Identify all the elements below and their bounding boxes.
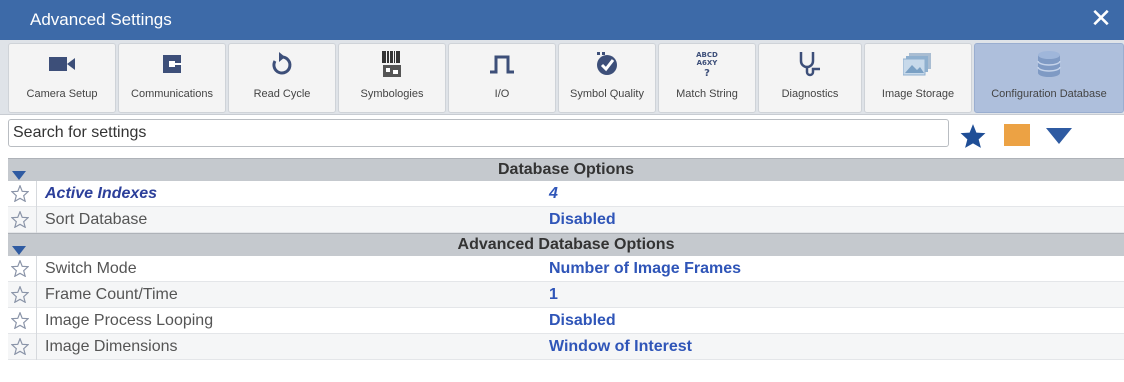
setting-value[interactable]: Disabled — [549, 312, 616, 330]
row-divider — [36, 334, 37, 360]
toolbar-button-configuration-database[interactable]: Configuration Database — [974, 43, 1124, 113]
toolbar-button-communications[interactable]: Communications — [118, 43, 226, 113]
barcode-icon — [339, 44, 445, 84]
toolbar-label: Read Cycle — [253, 88, 311, 100]
close-icon[interactable]: ✕ — [1088, 6, 1114, 32]
row-divider — [36, 308, 37, 334]
setting-name: Image Dimensions — [45, 338, 178, 355]
row-divider — [36, 207, 37, 233]
favorites-star-icon[interactable] — [959, 123, 987, 154]
setting-name: Frame Count/Time — [45, 286, 178, 303]
star-outline-icon[interactable] — [10, 259, 30, 282]
star-outline-icon[interactable] — [10, 311, 30, 334]
setting-row[interactable]: Image Dimensions Window of Interest — [8, 334, 1124, 360]
toolbar-button-match-string[interactable]: ABCD A6XY? Match String — [658, 43, 756, 113]
svg-text:A6XY: A6XY — [697, 59, 719, 67]
pulse-icon — [449, 44, 555, 84]
refresh-icon — [229, 44, 335, 84]
setting-row[interactable]: Sort Database Disabled — [8, 207, 1124, 233]
svg-text:ABCD: ABCD — [696, 51, 718, 59]
toolbar-label: I/O — [494, 88, 510, 100]
setting-row[interactable]: Frame Count/Time 1 — [8, 282, 1124, 308]
section-header[interactable]: Database Options — [8, 158, 1124, 181]
row-divider — [36, 256, 37, 282]
image-storage-icon — [865, 44, 971, 84]
section-rows: Active Indexes 4 Sort Database Disabled — [8, 181, 1124, 233]
settings-toolbar: Camera Setup Communications Read Cycle S… — [0, 40, 1124, 115]
communications-icon — [119, 44, 225, 84]
toolbar-label: Diagnostics — [781, 88, 839, 100]
toolbar-label: Symbologies — [360, 88, 424, 100]
toolbar-button-read-cycle[interactable]: Read Cycle — [228, 43, 336, 113]
section-rows: Switch Mode Number of Image Frames Frame… — [8, 256, 1124, 360]
star-outline-icon[interactable] — [10, 337, 30, 360]
database-icon — [975, 44, 1123, 84]
setting-row[interactable]: Active Indexes 4 — [8, 181, 1124, 207]
symbol-quality-icon — [559, 44, 655, 84]
stethoscope-icon — [759, 44, 861, 84]
toolbar-label: Communications — [131, 88, 213, 100]
orange-square-icon[interactable] — [1004, 124, 1030, 146]
setting-value[interactable]: Disabled — [549, 211, 616, 229]
title-bar: Advanced Settings ✕ — [0, 0, 1124, 40]
section-header[interactable]: Advanced Database Options — [8, 233, 1124, 256]
star-outline-icon[interactable] — [10, 184, 30, 207]
window-title: Advanced Settings — [30, 10, 172, 29]
setting-name: Sort Database — [45, 211, 148, 228]
settings-table: Database Options Active Indexes 4 Sort D… — [8, 158, 1124, 360]
setting-row[interactable]: Image Process Looping Disabled — [8, 308, 1124, 334]
toolbar-button-camera-setup[interactable]: Camera Setup — [8, 43, 116, 113]
toolbar-label: Camera Setup — [26, 88, 98, 100]
star-outline-icon[interactable] — [10, 285, 30, 308]
setting-value[interactable]: Number of Image Frames — [549, 260, 741, 278]
svg-text:?: ? — [704, 68, 710, 79]
toolbar-label: Match String — [676, 88, 738, 100]
setting-value[interactable]: 1 — [549, 286, 558, 304]
setting-name: Image Process Looping — [45, 312, 214, 329]
setting-name: Active Indexes — [45, 185, 158, 202]
match-string-icon: ABCD A6XY? — [659, 44, 755, 84]
section-title: Advanced Database Options — [457, 236, 675, 253]
setting-value[interactable]: 4 — [549, 185, 558, 203]
toolbar-button-io[interactable]: I/O — [448, 43, 556, 113]
star-outline-icon[interactable] — [10, 210, 30, 233]
toolbar-button-diagnostics[interactable]: Diagnostics — [758, 43, 862, 113]
toolbar-button-image-storage[interactable]: Image Storage — [864, 43, 972, 113]
toolbar-label: Image Storage — [881, 88, 955, 100]
setting-row[interactable]: Switch Mode Number of Image Frames — [8, 256, 1124, 282]
toolbar-label: Symbol Quality — [570, 88, 644, 100]
toolbar-button-symbologies[interactable]: Symbologies — [338, 43, 446, 113]
toolbar-label: Configuration Database — [991, 88, 1107, 100]
setting-value[interactable]: Window of Interest — [549, 338, 692, 356]
triangle-down-icon[interactable] — [1045, 127, 1073, 150]
camera-icon — [9, 44, 115, 84]
toolbar-button-symbol-quality[interactable]: Symbol Quality — [558, 43, 656, 113]
row-divider — [36, 282, 37, 308]
section-title: Database Options — [497, 161, 635, 178]
search-input[interactable] — [8, 119, 949, 147]
row-divider — [36, 181, 37, 207]
setting-name: Switch Mode — [45, 260, 137, 277]
